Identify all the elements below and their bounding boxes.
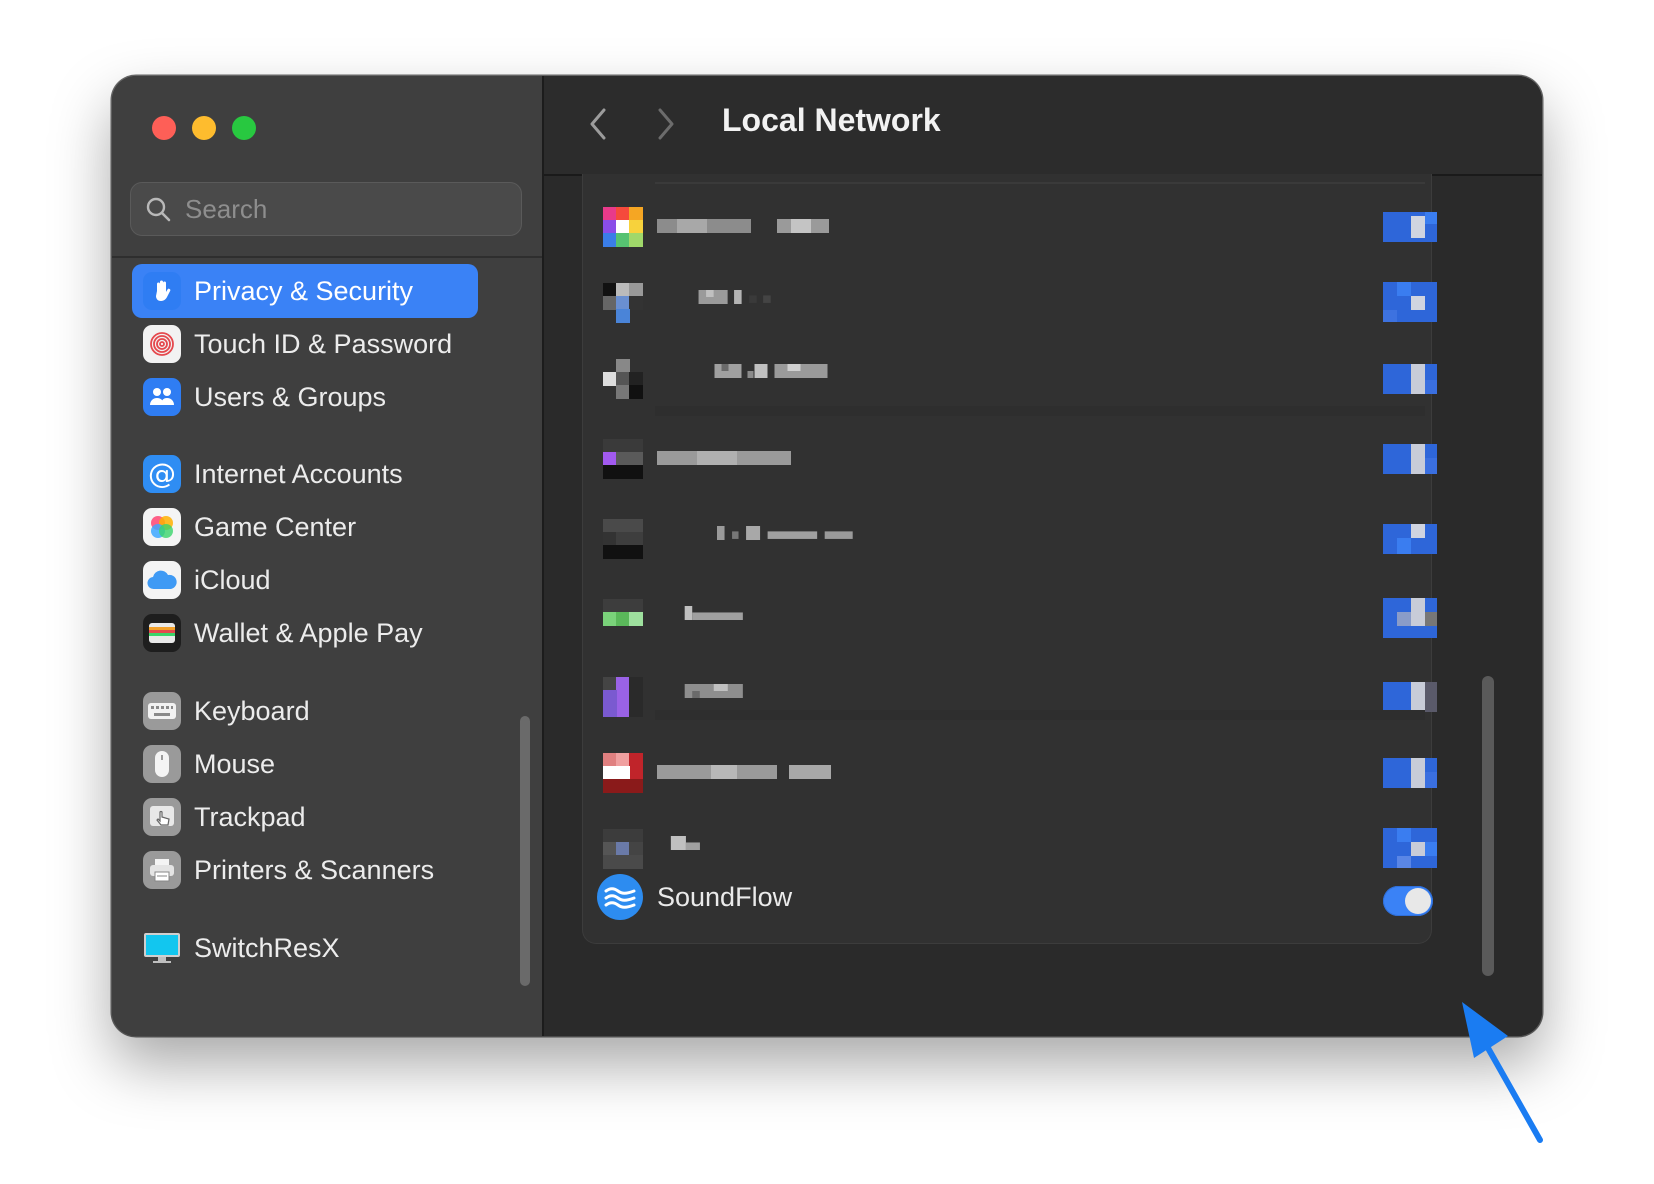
sidebar-item-mouse[interactable]: Mouse — [132, 737, 478, 791]
pixelated-toggle[interactable] — [1383, 524, 1437, 554]
sidebar: Privacy & Security Touch ID & Password — [112, 76, 544, 1036]
pixelated-app-name — [657, 451, 791, 465]
sidebar-item-users-groups[interactable]: Users & Groups — [132, 370, 478, 424]
sidebar-item-trackpad[interactable]: Trackpad — [132, 790, 478, 844]
sidebar-item-wallet-apple-pay[interactable]: Wallet & Apple Pay — [132, 606, 478, 660]
back-chevron-icon[interactable] — [586, 106, 610, 142]
toggle-knob — [1405, 888, 1431, 914]
list-item-obscured — [583, 188, 1437, 264]
game-center-icon — [143, 508, 181, 546]
pixelated-app-name — [698, 290, 771, 304]
pixelated-app-name — [657, 219, 829, 233]
printer-icon — [143, 851, 181, 889]
sidebar-scrollbar[interactable] — [520, 716, 530, 986]
soundflow-icon — [597, 874, 643, 920]
list-divider — [655, 406, 1425, 416]
pixelated-app-icon — [603, 753, 643, 793]
sidebar-item-label: Trackpad — [194, 801, 306, 832]
pixelated-app-icon — [603, 283, 643, 323]
sidebar-item-switchresx[interactable]: SwitchResX — [132, 921, 478, 975]
sidebar-item-label: Mouse — [194, 748, 276, 779]
pixelated-app-name — [684, 684, 743, 698]
sidebar-item-label: Users & Groups — [194, 381, 387, 412]
pixelated-app-icon — [603, 359, 643, 399]
toolbar: Local Network — [544, 76, 1542, 176]
sidebar-item-internet-accounts[interactable]: @ Internet Accounts — [132, 447, 478, 501]
pixelated-toggle[interactable] — [1383, 682, 1437, 712]
sidebar-item-game-center[interactable]: Game Center — [132, 500, 478, 554]
page-title: Local Network — [722, 102, 941, 138]
pixelated-toggle[interactable] — [1383, 444, 1437, 474]
keyboard-icon — [143, 692, 181, 730]
sidebar-item-label: Touch ID & Password — [194, 328, 453, 359]
list-item-soundflow: SoundFlow — [583, 864, 1433, 940]
main-pane: Local Network SoundFlow — [544, 76, 1542, 1036]
sidebar-item-label: Printers & Scanners — [194, 854, 435, 885]
sidebar-item-label: Internet Accounts — [194, 458, 403, 489]
at-sign-icon: @ — [143, 455, 181, 493]
pixelated-app-icon — [603, 439, 643, 479]
list-item-obscured — [583, 500, 1437, 576]
pixelated-app-name — [657, 765, 831, 779]
pixelated-app-name — [684, 606, 743, 620]
minimize-button[interactable] — [192, 116, 216, 140]
sidebar-item-printers-scanners[interactable]: Printers & Scanners — [132, 843, 478, 897]
trackpad-icon — [143, 798, 181, 836]
zoom-button[interactable] — [232, 116, 256, 140]
monitor-icon — [143, 929, 181, 967]
pixelated-app-icon — [603, 207, 643, 247]
sidebar-item-keyboard[interactable]: Keyboard — [132, 684, 478, 738]
hand-raised-icon — [143, 272, 181, 310]
pixelated-app-icon — [603, 519, 643, 559]
list-divider — [655, 182, 1425, 184]
search-icon — [146, 197, 171, 222]
list-item-obscured — [583, 734, 1437, 810]
sidebar-item-icloud[interactable]: iCloud — [132, 553, 478, 607]
settings-window: Privacy & Security Touch ID & Password — [112, 76, 1542, 1036]
search-field[interactable] — [130, 182, 522, 236]
list-item-obscured — [583, 580, 1437, 656]
sidebar-item-label: iCloud — [194, 564, 271, 595]
sidebar-item-label: SwitchResX — [194, 932, 340, 963]
list-item-obscured — [583, 264, 1437, 340]
app-label-soundflow: SoundFlow — [657, 882, 793, 912]
cloud-icon — [143, 561, 181, 599]
pixelated-toggle[interactable] — [1383, 828, 1437, 868]
sidebar-divider — [112, 256, 542, 258]
main-scrollbar[interactable] — [1482, 676, 1494, 976]
soundflow-toggle[interactable] — [1383, 886, 1433, 916]
search-input[interactable] — [183, 192, 507, 226]
pixelated-app-icon — [603, 829, 643, 869]
pixelated-app-icon — [603, 677, 643, 717]
users-icon — [143, 378, 181, 416]
list-item-obscured — [583, 340, 1437, 416]
mouse-icon — [143, 745, 181, 783]
pixelated-toggle[interactable] — [1383, 212, 1437, 242]
wallet-icon — [143, 614, 181, 652]
sidebar-item-touch-id-password[interactable]: Touch ID & Password — [132, 317, 478, 371]
sidebar-item-label: Wallet & Apple Pay — [194, 617, 423, 648]
pixelated-app-name — [717, 526, 853, 540]
pixelated-toggle[interactable] — [1383, 282, 1437, 322]
pixelated-app-name — [714, 364, 828, 378]
pixelated-app-name — [670, 836, 700, 850]
app-list: SoundFlow — [582, 174, 1437, 944]
sidebar-item-privacy-security[interactable]: Privacy & Security — [132, 264, 478, 318]
list-divider — [655, 710, 1425, 720]
window-controls — [152, 116, 256, 140]
pixelated-toggle[interactable] — [1383, 598, 1437, 638]
pixelated-toggle[interactable] — [1383, 758, 1437, 788]
list-item-obscured — [583, 420, 1437, 496]
sidebar-item-label: Game Center — [194, 511, 357, 542]
sidebar-item-label: Keyboard — [194, 695, 310, 726]
forward-chevron-icon[interactable] — [654, 106, 678, 142]
pixelated-app-icon — [603, 599, 643, 626]
pixelated-toggle[interactable] — [1383, 364, 1437, 394]
list-item-obscured — [583, 658, 1437, 734]
close-button[interactable] — [152, 116, 176, 140]
sidebar-item-label: Privacy & Security — [194, 275, 414, 306]
fingerprint-icon — [143, 325, 181, 363]
